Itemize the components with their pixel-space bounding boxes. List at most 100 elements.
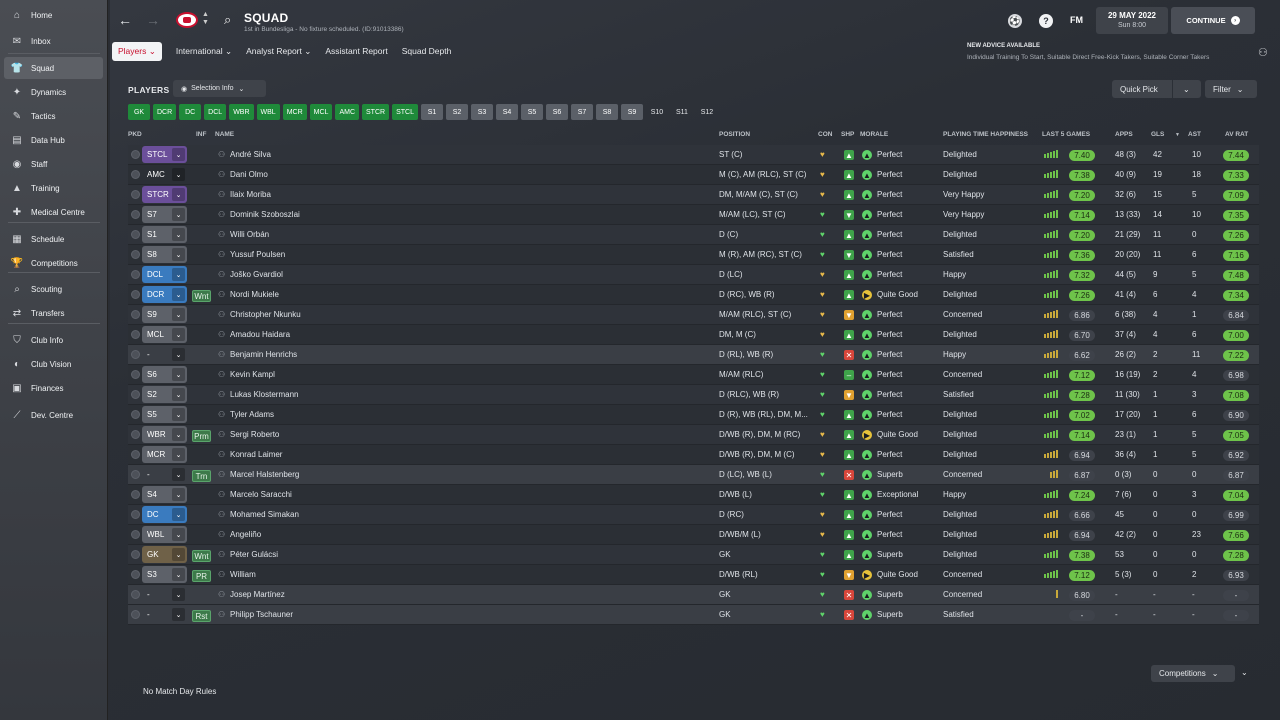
position-chip-stcr[interactable]: STCR — [362, 104, 390, 120]
table-row[interactable]: DCL ⌄ ⚇ Joško Gvardiol D (LC) ♥ ▲ ▲ Perfect Happy… — [128, 265, 1259, 285]
sidebar-item-dynamics[interactable]: ✦ Dynamics — [4, 81, 103, 103]
position-chip-s2[interactable]: S2 — [445, 104, 468, 120]
pick-checkbox[interactable] — [131, 250, 140, 259]
player-name[interactable]: Péter Gulácsi — [230, 550, 278, 559]
table-row[interactable]: S8 ⌄ ⚇ Yussuf Poulsen M (R), AM (RC), ST (C)… — [128, 245, 1259, 265]
player-name[interactable]: Konrad Laimer — [230, 450, 282, 459]
pick-checkbox[interactable] — [131, 230, 140, 239]
sidebar-item-finances[interactable]: ▣ Finances — [4, 377, 103, 399]
col-playing-time[interactable]: PLAYING TIME HAPPINESS — [943, 131, 1028, 138]
position-selector[interactable]: WBR ⌄ — [142, 426, 187, 443]
player-name[interactable]: William — [230, 570, 256, 579]
position-selector[interactable]: S3 ⌄ — [142, 566, 187, 583]
ball-icon[interactable]: ⚽ — [1008, 14, 1022, 28]
position-chip-dcl[interactable]: DCL — [204, 104, 227, 120]
tab-players[interactable]: Players ⌄ — [112, 41, 162, 61]
position-chip-wbr[interactable]: WBR — [229, 104, 254, 120]
player-name[interactable]: Marcelo Saracchi — [230, 490, 292, 499]
player-name[interactable]: Josep Martínez — [230, 590, 285, 599]
pick-checkbox[interactable] — [131, 570, 140, 579]
sidebar-item-medical-centre[interactable]: ✚ Medical Centre — [4, 201, 103, 223]
player-name[interactable]: Benjamin Henrichs — [230, 350, 297, 359]
sidebar-item-staff[interactable]: ◉ Staff — [4, 153, 103, 175]
status-badge[interactable]: Wnt — [192, 550, 211, 562]
pick-checkbox[interactable] — [131, 310, 140, 319]
position-chip-s7[interactable]: S7 — [570, 104, 593, 120]
player-name[interactable]: Mohamed Simakan — [230, 510, 299, 519]
status-badge[interactable]: Wnt — [192, 290, 211, 302]
position-chip-mcr[interactable]: MCR — [282, 104, 307, 120]
status-badge[interactable]: PR — [192, 570, 211, 582]
sidebar-item-tactics[interactable]: ✎ Tactics — [4, 105, 103, 127]
col-gls[interactable]: GLS — [1151, 131, 1164, 138]
quick-pick-button[interactable]: Quick Pick ⌄ — [1112, 80, 1201, 98]
competitions-button[interactable]: Competitions ⌄ — [1151, 665, 1235, 682]
table-row[interactable]: - ⌄ Rst ⚇ Philipp Tschauner GK ♥ ✕ ▲ Superb Satisf… — [128, 605, 1259, 625]
position-selector[interactable]: - ⌄ — [142, 466, 187, 483]
selection-info-button[interactable]: ◉ Selection Info ⌄ — [173, 80, 266, 97]
table-row[interactable]: - ⌄ ⚇ Josep Martínez GK ♥ ✕ ▲ Superb Concerned 6.8… — [128, 585, 1259, 605]
position-selector[interactable]: S4 ⌄ — [142, 486, 187, 503]
position-chip-gk[interactable]: GK — [128, 104, 150, 120]
player-name[interactable]: Dominik Szoboszlai — [230, 210, 300, 219]
pick-checkbox[interactable] — [131, 370, 140, 379]
position-chip-s12[interactable]: S12 — [696, 104, 718, 120]
fm-logo[interactable]: FM — [1070, 15, 1083, 25]
sidebar-item-dev-centre[interactable]: ⟋ Dev. Centre — [4, 404, 103, 426]
sidebar-item-squad[interactable]: 👕 Squad — [4, 57, 103, 79]
player-name[interactable]: Dani Olmo — [230, 170, 268, 179]
col-pkd[interactable]: PKD — [128, 131, 142, 138]
position-selector[interactable]: DCL ⌄ — [142, 266, 187, 283]
position-selector[interactable]: DCR ⌄ — [142, 286, 187, 303]
pick-checkbox[interactable] — [131, 330, 140, 339]
table-row[interactable]: S7 ⌄ ⚇ Dominik Szoboszlai M/AM (LC), ST (C) ♥… — [128, 205, 1259, 225]
pick-checkbox[interactable] — [131, 470, 140, 479]
table-row[interactable]: - ⌄ ⚇ Benjamin Henrichs D (RL), WB (R) ♥ ✕ ▲ Per… — [128, 345, 1259, 365]
position-chip-wbl[interactable]: WBL — [256, 104, 280, 120]
status-badge[interactable]: Prm — [192, 430, 211, 442]
pick-checkbox[interactable] — [131, 290, 140, 299]
table-row[interactable]: STCL ⌄ ⚇ André Silva ST (C) ♥ ▲ ▲ Perfect Delight… — [128, 145, 1259, 165]
table-row[interactable]: S4 ⌄ ⚇ Marcelo Saracchi D/WB (L) ♥ ▲ ▲ Exception… — [128, 485, 1259, 505]
player-name[interactable]: Christopher Nkunku — [230, 310, 301, 319]
pick-checkbox[interactable] — [131, 190, 140, 199]
player-name[interactable]: Marcel Halstenberg — [230, 470, 299, 479]
table-row[interactable]: - ⌄ Trn ⚇ Marcel Halstenberg D (LC), WB (L) ♥ ✕… — [128, 465, 1259, 485]
position-selector[interactable]: STCR ⌄ — [142, 186, 187, 203]
player-name[interactable]: Sergi Roberto — [230, 430, 279, 439]
position-chip-s3[interactable]: S3 — [470, 104, 493, 120]
player-name[interactable]: Nordi Mukiele — [230, 290, 279, 299]
tab-squad-depth[interactable]: Squad Depth — [402, 46, 452, 56]
date-display[interactable]: 29 MAY 2022 Sun 8:00 — [1096, 7, 1168, 34]
sidebar-item-inbox[interactable]: ✉ Inbox — [4, 30, 103, 52]
position-selector[interactable]: S9 ⌄ — [142, 306, 187, 323]
chevron-down-icon[interactable]: ⌄ — [1183, 85, 1190, 94]
position-selector[interactable]: S7 ⌄ — [142, 206, 187, 223]
col-position[interactable]: POSITION — [719, 131, 750, 138]
continue-button[interactable]: CONTINUE › — [1171, 7, 1255, 34]
position-selector[interactable]: DC ⌄ — [142, 506, 187, 523]
position-selector[interactable]: S1 ⌄ — [142, 226, 187, 243]
position-chip-amc[interactable]: AMC — [335, 104, 359, 120]
pick-checkbox[interactable] — [131, 390, 140, 399]
pick-checkbox[interactable] — [131, 270, 140, 279]
player-name[interactable]: Tyler Adams — [230, 410, 274, 419]
player-name[interactable]: Amadou Haidara — [230, 330, 290, 339]
player-name[interactable]: Angeliño — [230, 530, 261, 539]
table-row[interactable]: GK ⌄ Wnt ⚇ Péter Gulácsi GK ♥ ▲ ▲ Superb Delighted… — [128, 545, 1259, 565]
player-name[interactable]: Joško Gvardiol — [230, 270, 283, 279]
sidebar-item-training[interactable]: ▲ Training — [4, 177, 103, 199]
col-shp[interactable]: SHP — [841, 131, 854, 138]
pick-checkbox[interactable] — [131, 450, 140, 459]
position-selector[interactable]: STCL ⌄ — [142, 146, 187, 163]
position-selector[interactable]: AMC ⌄ — [142, 166, 187, 183]
pick-checkbox[interactable] — [131, 150, 140, 159]
col-avrat[interactable]: AV RAT — [1225, 131, 1248, 138]
player-name[interactable]: Willi Orbán — [230, 230, 269, 239]
pick-checkbox[interactable] — [131, 530, 140, 539]
position-selector[interactable]: WBL ⌄ — [142, 526, 187, 543]
position-chip-s6[interactable]: S6 — [545, 104, 568, 120]
status-badge[interactable]: Trn — [192, 470, 211, 482]
position-chip-s4[interactable]: S4 — [495, 104, 518, 120]
table-row[interactable]: DCR ⌄ Wnt ⚇ Nordi Mukiele D (RC), WB (R) ♥ ▲ ▶ Qu… — [128, 285, 1259, 305]
